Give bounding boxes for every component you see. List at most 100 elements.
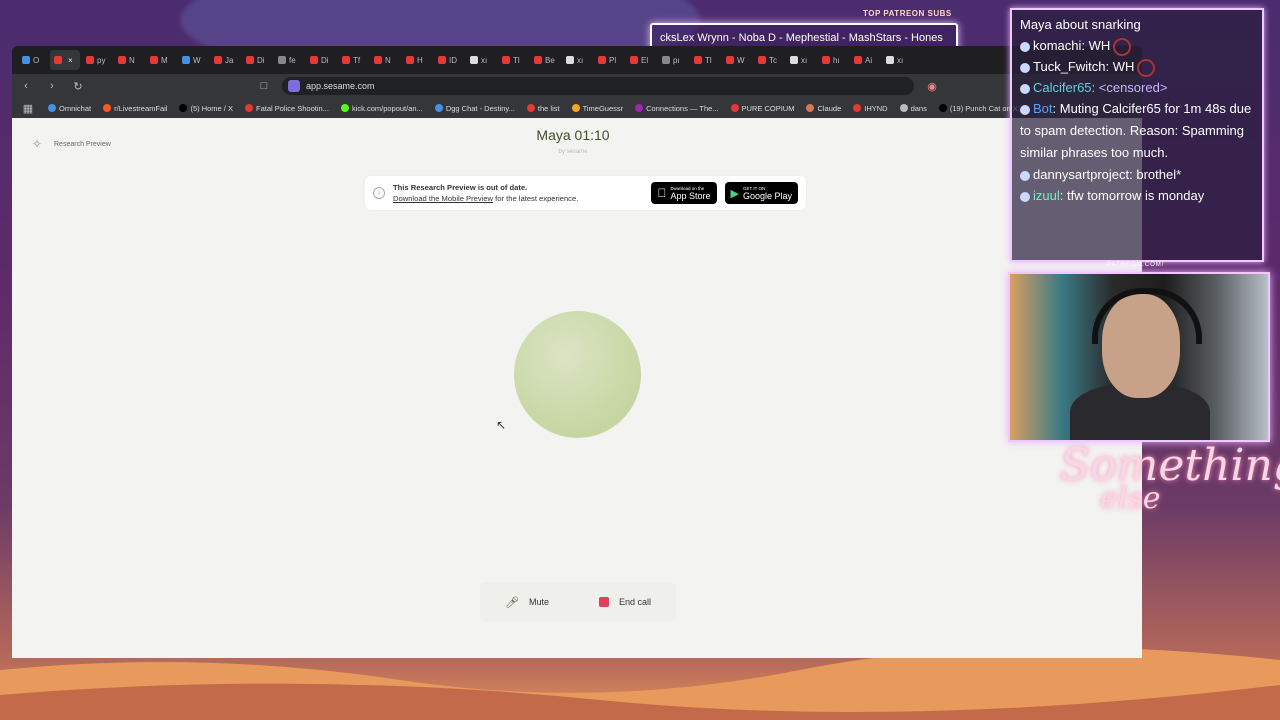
chat-username: dannysartproject: [1033, 167, 1130, 182]
bookmark-item[interactable]: TimeGuessr: [571, 104, 623, 113]
outdated-banner: i This Research Preview is out of date. …: [365, 176, 806, 210]
browser-tab[interactable]: Pl: [594, 50, 624, 70]
chat-message: Maya about snarking: [1020, 14, 1254, 35]
browser-tab[interactable]: El: [626, 50, 656, 70]
tab-label: Di: [321, 55, 329, 65]
browser-tab[interactable]: Di: [306, 50, 336, 70]
tab-favicon-icon: [118, 56, 126, 64]
tab-label: Pl: [609, 55, 617, 65]
bookmark-item[interactable]: Fatal Police Shootin...: [244, 104, 329, 113]
browser-tab[interactable]: Tc: [754, 50, 784, 70]
site-info-icon[interactable]: [288, 80, 300, 92]
google-play-button[interactable]: ▶ GET IT ON Google Play: [724, 182, 798, 204]
reload-icon[interactable]: ↻: [70, 80, 86, 93]
browser-tab[interactable]: py: [82, 50, 112, 70]
browser-tab[interactable]: xı: [882, 50, 912, 70]
tab-favicon-icon: [342, 56, 350, 64]
bookmark-favicon-icon: [571, 104, 580, 112]
browser-tab[interactable]: xı: [562, 50, 592, 70]
bookmark-item[interactable]: IHYND: [853, 104, 888, 113]
bookmark-item[interactable]: PURE COPIUM: [730, 103, 795, 113]
browser-tab[interactable]: Tf: [338, 50, 368, 70]
tab-label: hı: [833, 55, 840, 65]
browser-tab[interactable]: hı: [818, 50, 848, 70]
tab-label: xı: [481, 55, 488, 65]
tab-favicon-icon: [854, 56, 862, 64]
tab-favicon-icon: [310, 56, 318, 64]
bookmark-label: Connections — The...: [646, 103, 719, 113]
bookmark-item[interactable]: kick.com/popout/an...: [340, 103, 423, 113]
chat-text: : brothel*: [1129, 167, 1182, 182]
browser-tab[interactable]: ×: [50, 50, 80, 70]
bookmark-icon[interactable]: □: [256, 80, 272, 92]
bookmark-item[interactable]: Dgg Chat - Destiny...: [434, 104, 515, 113]
call-controls: 🎤︎ Mute End call: [480, 582, 676, 622]
bookmark-label: kick.com/popout/an...: [351, 103, 423, 113]
mute-button[interactable]: 🎤︎ Mute: [505, 596, 549, 609]
tab-label: pı: [673, 55, 680, 65]
browser-tab[interactable]: Tl: [498, 50, 528, 70]
tab-label: M: [161, 55, 168, 65]
browser-tab[interactable]: W: [178, 50, 208, 70]
bookmark-item[interactable]: Claude: [806, 104, 841, 113]
tab-label: O: [33, 55, 40, 65]
browser-tab[interactable]: Tl: [690, 50, 720, 70]
back-icon[interactable]: ‹: [18, 80, 34, 92]
download-mobile-link[interactable]: Download the Mobile Preview: [393, 194, 493, 203]
chat-username: izuul: [1033, 188, 1060, 203]
browser-tab[interactable]: Ai: [850, 50, 880, 70]
tab-label: fe: [289, 55, 296, 65]
browser-tab[interactable]: M: [146, 50, 176, 70]
app-store-button[interactable]:  Download on the App Store: [651, 182, 717, 204]
tab-strip: O × py N M W Ja Di fe Di Tf N H ID xı Tl Be xı Pl El pı Tl W Tc…: [12, 46, 1142, 74]
bookmark-item[interactable]: (5) Home / X: [179, 104, 233, 113]
browser-tab[interactable]: H: [402, 50, 432, 70]
tab-favicon-icon: [54, 56, 62, 64]
tab-label: W: [193, 55, 201, 65]
tab-favicon-icon: [694, 56, 702, 64]
browser-tab[interactable]: fe: [274, 50, 304, 70]
bookmark-item[interactable]: dans: [899, 103, 927, 113]
browser-tab[interactable]: Be: [530, 50, 560, 70]
tab-label: H: [417, 55, 423, 65]
tab-favicon-icon: [150, 56, 158, 64]
tab-favicon-icon: [598, 56, 606, 64]
end-call-button[interactable]: End call: [598, 597, 651, 607]
stream-chat: Maya about snarking komachi: WH Tuck_Fwitc…: [1010, 8, 1264, 262]
bookmark-label: PURE COPIUM: [741, 103, 795, 113]
browser-tab[interactable]: ID: [434, 50, 464, 70]
bookmark-item[interactable]: Connections — The...: [635, 103, 719, 113]
chat-emote-icon: [1137, 58, 1156, 77]
bookmark-label: dans: [910, 103, 927, 113]
chat-message: Calcifer65: <censored>: [1020, 77, 1254, 98]
chat-text: : tfw tomorrow is monday: [1059, 188, 1205, 203]
browser-tab[interactable]: N: [114, 50, 144, 70]
forward-icon[interactable]: ›: [44, 80, 60, 92]
browser-tab[interactable]: xı: [786, 50, 816, 70]
browser-tab[interactable]: Ja: [210, 50, 240, 70]
bookmark-item[interactable]: r/LivestreamFail: [103, 104, 167, 113]
tab-label: N: [129, 55, 135, 65]
address-bar[interactable]: app.sesame.com: [282, 77, 914, 95]
browser-tab[interactable]: W: [722, 50, 752, 70]
browser-tab[interactable]: pı: [658, 50, 688, 70]
end-call-icon: [598, 597, 609, 607]
chat-message: komachi: WH: [1020, 35, 1254, 56]
tab-label: Tf: [353, 55, 361, 65]
tab-favicon-icon: [406, 56, 414, 64]
browser-tab[interactable]: O: [18, 50, 48, 70]
browser-tab[interactable]: Di: [242, 50, 272, 70]
browser-tab[interactable]: N: [370, 50, 400, 70]
tab-favicon-icon: [374, 56, 382, 64]
apps-grid-icon[interactable]: ▦: [20, 102, 36, 115]
bookmark-item[interactable]: Omnichat: [48, 104, 91, 113]
chat-message: Bot: Muting Calcifer65 for 1m 48s due to…: [1020, 98, 1254, 164]
bookmark-item[interactable]: the list: [526, 104, 560, 113]
chat-text: : Muting Calcifer65 for 1m 48s due to sp…: [1020, 101, 1252, 160]
tab-favicon-icon: [438, 56, 446, 64]
bookmark-favicon-icon: [635, 104, 644, 112]
extension-icon[interactable]: ◉: [924, 80, 940, 93]
browser-tab[interactable]: xı: [466, 50, 496, 70]
close-tab-icon[interactable]: ×: [68, 56, 73, 65]
signature-line1: Something: [1060, 440, 1280, 491]
